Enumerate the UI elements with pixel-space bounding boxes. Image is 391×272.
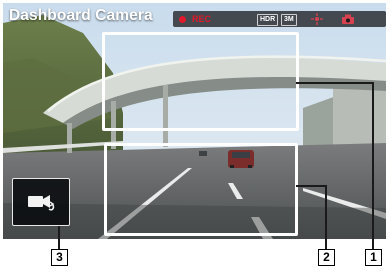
gps-icon <box>311 13 323 25</box>
record-dot-icon <box>179 15 186 23</box>
resolution-badge: 3M <box>281 14 297 26</box>
callout-line-1 <box>296 82 373 84</box>
callout-badge-1: 1 <box>365 249 382 266</box>
camera-icon <box>342 14 354 24</box>
callout-line-2-vertical <box>325 185 327 249</box>
status-bar: REC HDR 3M <box>173 11 386 27</box>
camera-switch-button[interactable] <box>12 178 70 226</box>
rec-label: REC <box>192 14 212 24</box>
page-title: Dashboard Camera <box>9 7 153 24</box>
callout-line-2 <box>296 185 326 187</box>
callout-badge-3: 3 <box>51 249 68 266</box>
rec-indicator: REC <box>179 13 211 25</box>
video-area-highlight <box>104 143 298 236</box>
hdr-badge: HDR <box>257 14 279 26</box>
callout-line-1-vertical <box>372 82 374 249</box>
info-area-highlight <box>102 32 299 131</box>
callout-line-3 <box>58 226 60 249</box>
callout-badge-2: 2 <box>318 249 335 266</box>
camera-switch-icon <box>28 195 55 211</box>
dashboard-camera-screen: Dashboard Camera REC HDR 3M <box>3 3 386 239</box>
